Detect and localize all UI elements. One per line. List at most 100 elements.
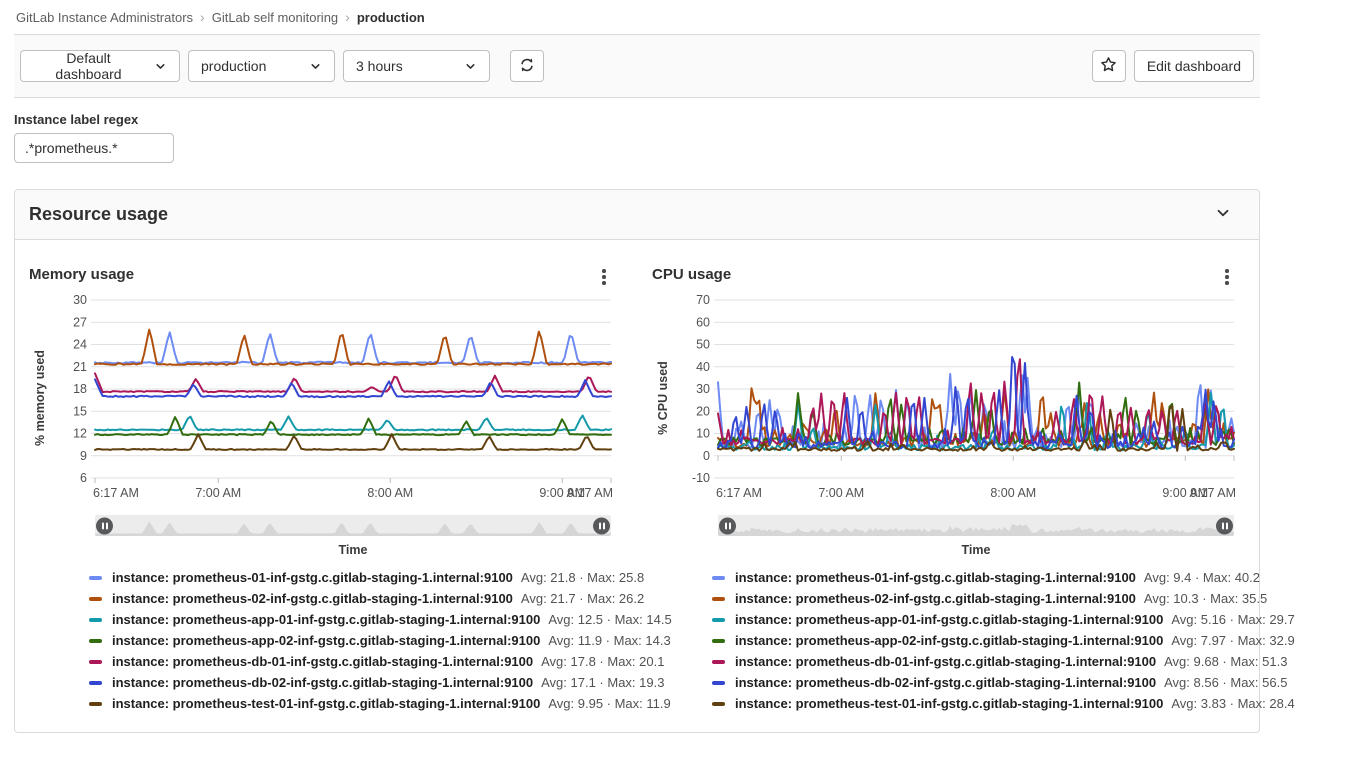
- legend-swatch-icon: [712, 702, 725, 706]
- legend-series-name: instance: prometheus-db-02-inf-gstg.c.gi…: [112, 675, 533, 690]
- series-line: [95, 417, 611, 435]
- legend-row[interactable]: instance: prometheus-db-02-inf-gstg.c.gi…: [712, 672, 1242, 693]
- breadcrumb-separator-icon: ›: [345, 9, 350, 25]
- scrubber-handle-left[interactable]: [96, 517, 113, 534]
- y-tick-label: 27: [73, 315, 87, 329]
- legend-series-stats: Avg: 5.16 · Max: 29.7: [1171, 612, 1294, 627]
- scrubber-handle-left[interactable]: [719, 517, 736, 534]
- dashboard-select-value: Default dashboard: [33, 50, 144, 82]
- legend-row[interactable]: instance: prometheus-test-01-inf-gstg.c.…: [712, 693, 1242, 714]
- environment-select[interactable]: production: [188, 50, 335, 82]
- legend-row[interactable]: instance: prometheus-db-02-inf-gstg.c.gi…: [89, 672, 619, 693]
- legend-series-name: instance: prometheus-test-01-inf-gstg.c.…: [735, 696, 1163, 711]
- legend-row[interactable]: instance: prometheus-01-inf-gstg.c.gitla…: [89, 567, 619, 588]
- legend-swatch-icon: [89, 618, 102, 622]
- legend-series-stats: Avg: 7.97 · Max: 32.9: [1171, 633, 1294, 648]
- variables-section: Instance label regex: [14, 112, 1260, 163]
- kebab-menu-icon[interactable]: [593, 266, 615, 288]
- x-tick-label: 9:17 AM: [1190, 486, 1236, 500]
- legend-series-name: instance: prometheus-app-02-inf-gstg.c.g…: [112, 633, 540, 648]
- page: GitLab Instance Administrators › GitLab …: [14, 0, 1260, 733]
- kebab-menu-icon[interactable]: [1216, 266, 1238, 288]
- chevron-down-icon: [464, 60, 477, 73]
- scrubber-track[interactable]: [718, 515, 1234, 536]
- edit-dashboard-label: Edit dashboard: [1147, 58, 1241, 74]
- legend-series-name: instance: prometheus-db-01-inf-gstg.c.gi…: [112, 654, 533, 669]
- legend-series-name: instance: prometheus-01-inf-gstg.c.gitla…: [112, 570, 513, 585]
- scrubber-track[interactable]: [95, 515, 611, 536]
- y-tick-label: 21: [73, 360, 87, 374]
- legend-row[interactable]: instance: prometheus-app-01-inf-gstg.c.g…: [712, 609, 1242, 630]
- chart-svg: 30272421181512966:17 AM7:00 AM8:00 AM9:0…: [55, 292, 615, 506]
- legend-row[interactable]: instance: prometheus-02-inf-gstg.c.gitla…: [89, 588, 619, 609]
- legend-swatch-icon: [712, 618, 725, 622]
- chart-header: Memory usage: [29, 254, 619, 292]
- legend-row[interactable]: instance: prometheus-01-inf-gstg.c.gitla…: [712, 567, 1242, 588]
- chart-plot[interactable]: 706050403020100-106:17 AM7:00 AM8:00 AM9…: [678, 292, 1242, 511]
- legend-row[interactable]: instance: prometheus-db-01-inf-gstg.c.gi…: [89, 651, 619, 672]
- breadcrumb-link-group[interactable]: GitLab Instance Administrators: [16, 10, 193, 25]
- x-axis-title: Time: [95, 543, 611, 557]
- scrubber-handle-right[interactable]: [1216, 517, 1233, 534]
- legend-row[interactable]: instance: prometheus-test-01-inf-gstg.c.…: [89, 693, 619, 714]
- y-tick-label: 30: [73, 293, 87, 307]
- legend-series-name: instance: prometheus-02-inf-gstg.c.gitla…: [112, 591, 513, 606]
- legend-series-stats: Avg: 17.1 · Max: 19.3: [541, 675, 664, 690]
- legend-series-name: instance: prometheus-01-inf-gstg.c.gitla…: [735, 570, 1136, 585]
- legend-row[interactable]: instance: prometheus-app-02-inf-gstg.c.g…: [712, 630, 1242, 651]
- legend-row[interactable]: instance: prometheus-app-01-inf-gstg.c.g…: [89, 609, 619, 630]
- legend-row[interactable]: instance: prometheus-02-inf-gstg.c.gitla…: [712, 588, 1242, 609]
- breadcrumb-separator-icon: ›: [200, 9, 205, 25]
- scrubber-handle-right[interactable]: [593, 517, 610, 534]
- legend-row[interactable]: instance: prometheus-app-02-inf-gstg.c.g…: [89, 630, 619, 651]
- legend-series-stats: Avg: 9.68 · Max: 51.3: [1164, 654, 1287, 669]
- chart-title: Memory usage: [29, 266, 134, 283]
- chart-zone: % CPU used 706050403020100-106:17 AM7:00…: [652, 292, 1242, 714]
- refresh-button[interactable]: [510, 50, 544, 82]
- time-range-scrubber[interactable]: [718, 515, 1234, 536]
- y-tick-label: 60: [696, 315, 710, 329]
- legend-series-name: instance: prometheus-db-01-inf-gstg.c.gi…: [735, 654, 1156, 669]
- y-axis-title: % CPU used: [648, 304, 678, 492]
- environment-select-value: production: [201, 58, 266, 74]
- chart-legend: instance: prometheus-01-inf-gstg.c.gitla…: [712, 567, 1242, 714]
- chart-plot[interactable]: 30272421181512966:17 AM7:00 AM8:00 AM9:0…: [55, 292, 619, 511]
- time-range-select[interactable]: 3 hours: [343, 50, 490, 82]
- panel-header[interactable]: Resource usage: [15, 190, 1259, 240]
- chart-title: CPU usage: [652, 266, 731, 283]
- breadcrumb-link-project[interactable]: GitLab self monitoring: [212, 10, 338, 25]
- legend-series-name: instance: prometheus-app-02-inf-gstg.c.g…: [735, 633, 1163, 648]
- refresh-icon: [519, 57, 535, 76]
- time-range-scrubber[interactable]: [95, 515, 611, 536]
- chevron-down-icon: [154, 60, 167, 73]
- legend-swatch-icon: [712, 597, 725, 601]
- legend-swatch-icon: [712, 681, 725, 685]
- y-axis-title: % memory used: [25, 304, 55, 492]
- legend-series-name: instance: prometheus-test-01-inf-gstg.c.…: [112, 696, 540, 711]
- chart-zone: % memory used 30272421181512966:17 AM7:0…: [29, 292, 619, 714]
- legend-swatch-icon: [89, 681, 102, 685]
- legend-series-name: instance: prometheus-db-02-inf-gstg.c.gi…: [735, 675, 1156, 690]
- dashboard-toolbar: Default dashboard production 3 hours: [14, 34, 1260, 98]
- series-line: [95, 434, 611, 450]
- series-line: [95, 379, 611, 397]
- y-tick-label: 6: [80, 471, 87, 485]
- legend-swatch-icon: [712, 639, 725, 643]
- scrubber-mini-chart: [95, 515, 611, 536]
- panel-collapse-button[interactable]: [1215, 205, 1231, 224]
- star-button[interactable]: [1092, 50, 1126, 82]
- legend-swatch-icon: [712, 576, 725, 580]
- edit-dashboard-button[interactable]: Edit dashboard: [1134, 50, 1254, 82]
- instance-label-regex-input[interactable]: [14, 133, 174, 163]
- legend-series-stats: Avg: 8.56 · Max: 56.5: [1164, 675, 1287, 690]
- y-tick-label: 15: [73, 404, 87, 418]
- dashboard-select[interactable]: Default dashboard: [20, 50, 180, 82]
- y-tick-label: 20: [696, 404, 710, 418]
- legend-swatch-icon: [89, 660, 102, 664]
- legend-series-stats: Avg: 21.8 · Max: 25.8: [521, 570, 644, 585]
- y-tick-label: 40: [696, 360, 710, 374]
- chevron-down-icon: [1215, 209, 1231, 224]
- x-tick-label: 6:17 AM: [716, 486, 762, 500]
- chart-legend: instance: prometheus-01-inf-gstg.c.gitla…: [89, 567, 619, 714]
- legend-row[interactable]: instance: prometheus-db-01-inf-gstg.c.gi…: [712, 651, 1242, 672]
